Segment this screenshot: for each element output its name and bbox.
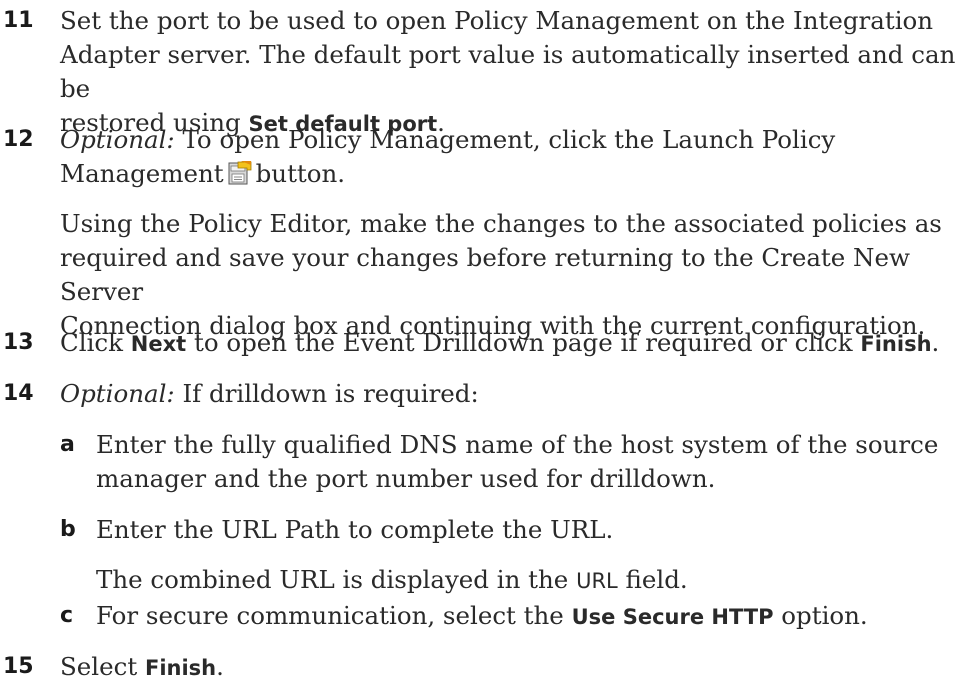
substep-text: Enter the fully qualified DNS name of th…: [96, 428, 966, 496]
substep-letter: a: [60, 432, 75, 457]
text-line: manager and the port number used for dri…: [96, 464, 716, 493]
step-number: 15: [3, 654, 34, 679]
step-text: Set the port to be used to open Policy M…: [60, 4, 960, 141]
launch-policy-management-icon: [228, 161, 252, 185]
text-line: Enter the fully qualified DNS name of th…: [96, 430, 939, 459]
step-number: 12: [3, 127, 34, 152]
url-field-label: URL: [576, 569, 618, 593]
next-label: Next: [130, 332, 187, 356]
step-number: 11: [3, 8, 34, 33]
text-line: required and save your changes before re…: [60, 243, 910, 306]
step-number: 13: [3, 330, 34, 355]
document-page: 11 Set the port to be used to open Polic…: [0, 0, 976, 696]
text-line: Using the Policy Editor, make the change…: [60, 209, 942, 238]
text-line: For secure communication, select the Use…: [96, 601, 868, 630]
step-text: Click Next to open the Event Drilldown p…: [60, 326, 960, 361]
optional-label: Optional:: [60, 379, 175, 408]
step-number: 14: [3, 381, 34, 406]
finish-label: Finish: [860, 332, 932, 356]
substep-letter: c: [60, 603, 74, 628]
text-line: Management button.: [60, 159, 346, 188]
substep-text: Enter the URL Path to complete the URL. …: [96, 513, 966, 598]
text-line: Click Next to open the Event Drilldown p…: [60, 328, 940, 357]
text-line: Enter the URL Path to complete the URL.: [96, 515, 614, 544]
optional-label: Optional:: [60, 125, 175, 154]
text-line: Set the port to be used to open Policy M…: [60, 6, 934, 35]
step-text: Optional: To open Policy Management, cli…: [60, 123, 960, 343]
text-line: Select Finish.: [60, 652, 224, 681]
substep-text: For secure communication, select the Use…: [96, 599, 966, 634]
finish-label: Finish: [144, 656, 217, 680]
text-line: Optional: To open Policy Management, cli…: [60, 125, 836, 154]
step-text: Optional: If drilldown is required:: [60, 377, 960, 411]
use-secure-http-label: Use Secure HTTP: [571, 605, 774, 629]
substep-letter: b: [60, 517, 76, 542]
step-text: Select Finish.: [60, 650, 960, 685]
text-line: Optional: If drilldown is required:: [60, 379, 479, 408]
text-line: Adapter server. The default port value i…: [60, 40, 956, 103]
text-line: The combined URL is displayed in the URL…: [96, 565, 688, 594]
